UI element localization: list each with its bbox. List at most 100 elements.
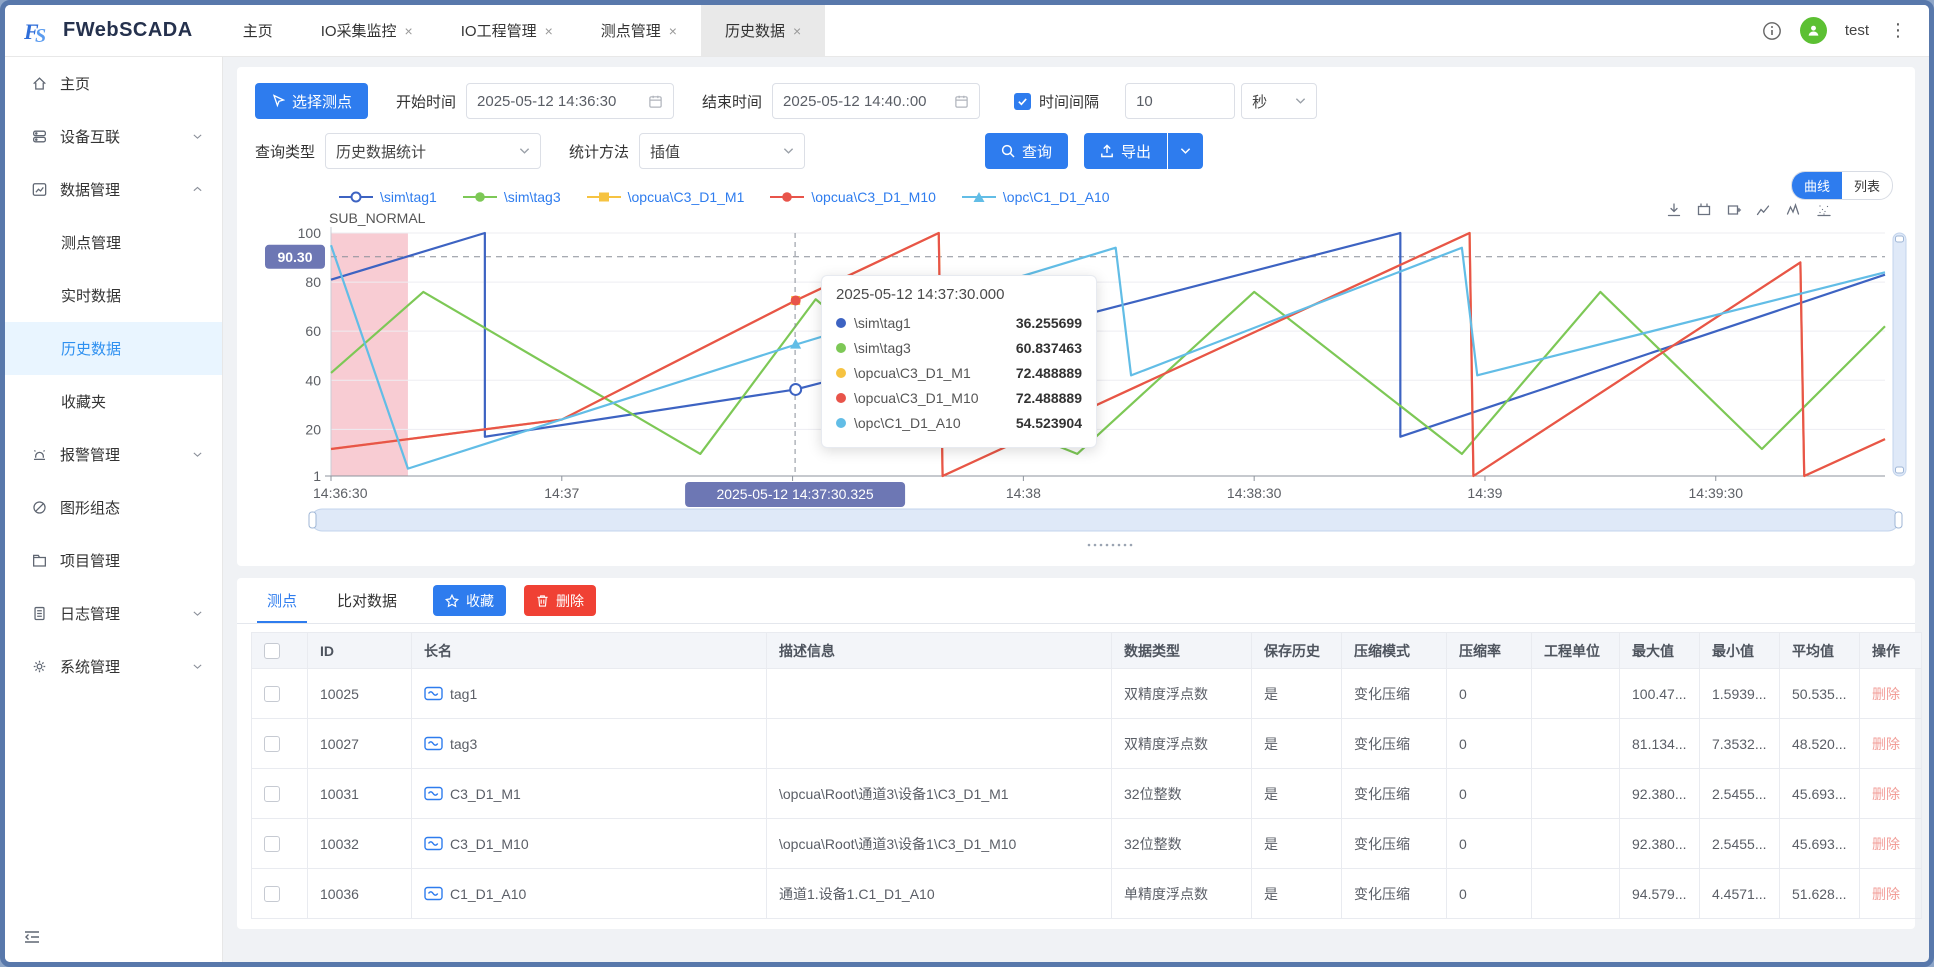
datazoom-slider[interactable] [311,509,1899,531]
favorite-button[interactable]: 收藏 [433,585,506,616]
nav-tab-IO采集监控[interactable]: IO采集监控× [297,5,437,56]
sidebar-item-系统管理[interactable]: 系统管理 [5,640,222,693]
close-tab-icon[interactable]: × [545,23,553,39]
row-delete-link[interactable]: 删除 [1872,786,1900,802]
tab-compare-data[interactable]: 比对数据 [319,578,415,623]
collapse-sidebar-icon[interactable] [23,929,41,950]
cursor-icon [271,94,285,108]
row-checkbox[interactable] [264,886,280,902]
close-tab-icon[interactable]: × [405,23,413,39]
cell-max: 94.579... [1620,869,1700,919]
row-delete-link[interactable]: 删除 [1872,736,1900,752]
sidebar-item-图形组态[interactable]: 图形组态 [5,481,222,534]
select-all-checkbox[interactable] [264,643,280,659]
column-header-最小值: 最小值 [1700,633,1780,669]
sidebar-item-日志管理[interactable]: 日志管理 [5,587,222,640]
sidebar-item-设备互联[interactable]: 设备互联 [5,110,222,163]
nav-tab-历史数据[interactable]: 历史数据× [701,5,825,56]
sidebar-item-项目管理[interactable]: 项目管理 [5,534,222,587]
sidebar-subitem-测点管理[interactable]: 测点管理 [5,216,222,269]
row-checkbox[interactable] [264,686,280,702]
query-type-select[interactable]: 历史数据统计 [325,133,541,169]
data-zoom-icon[interactable] [1695,201,1713,224]
sidebar-subitem-实时数据[interactable]: 实时数据 [5,269,222,322]
user-avatar[interactable] [1800,17,1827,44]
export-button[interactable]: 导出 [1084,133,1167,169]
legend-item--sim-tag1[interactable]: \sim\tag1 [339,189,437,205]
tooltip-row: \sim\tag136.255699 [836,310,1082,335]
tag-icon [424,886,443,901]
series-value: 36.255699 [1016,315,1082,331]
stack-chart-icon[interactable] [1815,201,1833,224]
legend-item--opc-C1_D1_A10[interactable]: \opc\C1_D1_A10 [962,189,1110,205]
nav-tab-label: 测点管理 [601,20,661,41]
data-zoom-reset-icon[interactable] [1725,201,1743,224]
line-chart-icon[interactable] [1755,201,1773,224]
sidebar-item-报警管理[interactable]: 报警管理 [5,428,222,481]
row-delete-link[interactable]: 删除 [1872,886,1900,902]
stat-method-select[interactable]: 插值 [639,133,805,169]
marker [791,296,801,306]
legend-item--opcua-C3_D1_M10[interactable]: \opcua\C3_D1_M10 [770,189,936,205]
tab-points[interactable]: 测点 [249,578,315,623]
sidebar-item-label: 图形组态 [60,497,120,518]
list-view-button[interactable]: 列表 [1842,172,1892,199]
sidebar-subitem-历史数据[interactable]: 历史数据 [5,322,222,375]
save-image-icon[interactable] [1665,201,1683,224]
row-checkbox[interactable] [264,736,280,752]
nav-tab-bar: 主页IO采集监控×IO工程管理×测点管理×历史数据× [219,5,825,56]
series-name: \opcua\C3_D1_M1 [854,365,971,381]
query-toolbar-row2: 查询类型 历史数据统计 统计方法 插值 查询 [255,133,1897,169]
nav-tab-测点管理[interactable]: 测点管理 × [577,5,701,56]
cell-save: 是 [1252,869,1342,919]
vertical-zoom-slider[interactable] [1893,233,1906,476]
project-icon [31,552,48,569]
legend-item--sim-tag3[interactable]: \sim\tag3 [463,189,561,205]
row-checkbox[interactable] [264,836,280,852]
cell-desc: \opcua\Root\通道3\设备1\C3_D1_M1 [767,769,1112,819]
sidebar: 主页设备互联数据管理测点管理实时数据历史数据收藏夹报警管理图形组态项目管理日志管… [5,57,223,962]
select-points-button[interactable]: 选择测点 [255,83,368,119]
sidebar-subitem-收藏夹[interactable]: 收藏夹 [5,375,222,428]
end-time-label: 结束时间 [702,91,762,112]
chevron-up-icon [191,183,204,196]
end-time-input[interactable]: 2025-05-12 14:40.:00 [772,83,980,119]
interval-input[interactable]: 10 [1125,83,1235,119]
row-checkbox-cell [252,719,308,769]
tooltip-row: \opcua\C3_D1_M1072.488889 [836,385,1082,410]
tooltip-row: \opc\C1_D1_A1054.523904 [836,410,1082,435]
start-time-input[interactable]: 2025-05-12 14:36:30 [466,83,674,119]
kebab-menu-icon[interactable]: ⋮ [1887,20,1909,41]
curve-view-button[interactable]: 曲线 [1792,172,1842,199]
cell-unit [1532,669,1620,719]
close-tab-icon[interactable]: × [669,23,677,39]
datazoom-dots [1088,544,1091,547]
data-icon [31,181,48,198]
legend-item--opcua-C3_D1_M1[interactable]: \opcua\C3_D1_M1 [587,189,745,205]
series-dot [836,418,846,428]
nav-tab-主页[interactable]: 主页 [219,5,297,56]
datazoom-handle[interactable] [309,512,316,528]
interval-unit-select[interactable]: 秒 [1241,83,1317,119]
table-row: 10031C3_D1_M1\opcua\Root\通道3\设备1\C3_D1_M… [252,769,1922,819]
sidebar-item-数据管理[interactable]: 数据管理 [5,163,222,216]
row-delete-link[interactable]: 删除 [1872,836,1900,852]
home-icon [31,75,48,92]
datazoom-handle[interactable] [1895,512,1902,528]
interval-checkbox[interactable] [1014,93,1031,110]
search-button[interactable]: 查询 [985,133,1068,169]
info-icon[interactable] [1762,21,1782,41]
delete-button[interactable]: 删除 [524,585,596,616]
nav-tab-IO工程管理[interactable]: IO工程管理× [437,5,577,56]
x-axis-tick: 14:37 [544,485,579,501]
sidebar-item-主页[interactable]: 主页 [5,57,222,110]
row-checkbox[interactable] [264,786,280,802]
search-icon [1001,144,1015,158]
close-tab-icon[interactable]: × [793,23,801,39]
navbar-right: test ⋮ [1762,5,1929,56]
export-dropdown-button[interactable] [1168,133,1203,169]
cell-name: tag1 [412,669,767,719]
row-delete-link[interactable]: 删除 [1872,686,1900,702]
cell-avg: 50.535... [1780,669,1860,719]
smooth-line-chart-icon[interactable] [1785,201,1803,224]
